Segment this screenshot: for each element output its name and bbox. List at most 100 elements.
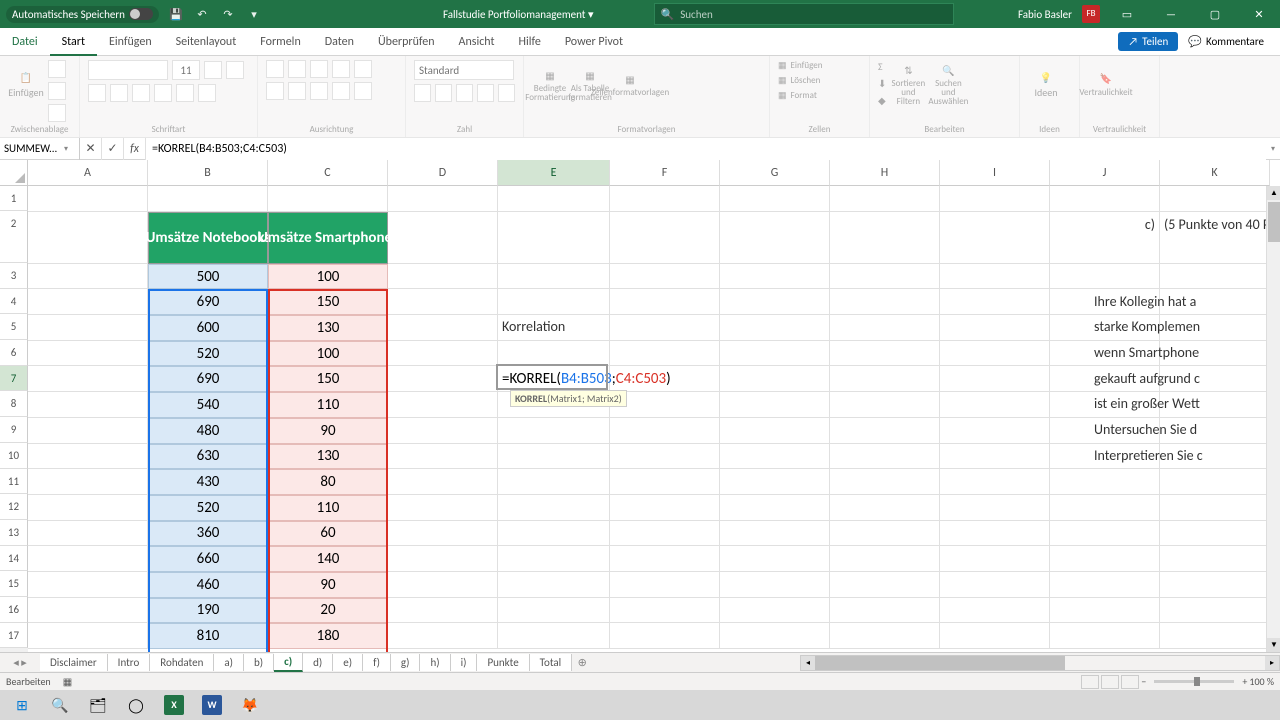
hscrollbar[interactable]: ◂ ▸ <box>800 655 1280 671</box>
active-cell[interactable]: =KORREL(B4:B503;C4:C503) KORREL(Matrix1;… <box>498 366 610 392</box>
tab-home[interactable]: Start <box>50 28 97 56</box>
col-header[interactable]: D <box>388 160 498 186</box>
percent-icon[interactable] <box>435 84 452 102</box>
tab-nav[interactable]: ◂ ▸ <box>0 656 40 669</box>
bold-icon[interactable] <box>88 84 106 102</box>
fx-enter-icon[interactable]: ✓ <box>102 138 124 160</box>
col-header[interactable]: A <box>28 160 148 186</box>
row-header[interactable]: 5 <box>0 314 28 340</box>
tab-data[interactable]: Daten <box>313 28 366 56</box>
underline-icon[interactable] <box>132 84 150 102</box>
select-all-button[interactable] <box>0 160 28 186</box>
font-name-input[interactable] <box>88 60 168 80</box>
tab-formulas[interactable]: Formeln <box>248 28 312 56</box>
number-format-select[interactable] <box>414 60 514 80</box>
orientation-icon[interactable] <box>332 60 350 78</box>
minimize-icon[interactable]: — <box>1154 0 1188 28</box>
scroll-up-icon[interactable]: ▲ <box>1267 186 1280 200</box>
tab-help[interactable]: Hilfe <box>507 28 553 56</box>
col-header[interactable]: B <box>148 160 268 186</box>
zoom-slider[interactable] <box>1154 680 1234 683</box>
scroll-right-icon[interactable]: ▸ <box>1265 656 1279 670</box>
sheet-tab[interactable]: g) <box>391 654 421 671</box>
sort-filter-button[interactable]: ⇅Sortieren und Filtern <box>890 60 926 110</box>
taskbar-search-icon[interactable]: 🔍 <box>42 691 78 719</box>
col-header[interactable]: K <box>1160 160 1270 186</box>
row-header[interactable]: 6 <box>0 340 28 366</box>
align-bot-icon[interactable] <box>310 60 328 78</box>
row-header[interactable]: 10 <box>0 443 28 469</box>
fill-color-icon[interactable] <box>176 84 194 102</box>
row-header[interactable]: 12 <box>0 494 28 520</box>
sheet-tab[interactable]: f) <box>363 654 391 671</box>
add-sheet-button[interactable]: ⊕ <box>572 656 592 669</box>
sheet-tab[interactable]: e) <box>333 654 363 671</box>
share-button[interactable]: ↗ Teilen <box>1118 32 1178 51</box>
autosave-toggle[interactable]: Automatisches Speichern <box>6 6 159 23</box>
taskbar-word-icon[interactable]: W <box>194 691 230 719</box>
row-header[interactable]: 11 <box>0 469 28 495</box>
merge-icon[interactable] <box>354 82 372 100</box>
row-header[interactable]: 14 <box>0 546 28 572</box>
row-header[interactable]: 2 <box>0 211 28 263</box>
border-icon[interactable] <box>154 84 172 102</box>
sheet-tab[interactable]: a) <box>214 654 244 671</box>
page-layout-view-icon[interactable] <box>1101 675 1119 689</box>
row-header[interactable]: 17 <box>0 623 28 649</box>
taskbar-firefox-icon[interactable]: 🦊 <box>232 691 268 719</box>
fx-icon[interactable]: fx <box>124 138 146 160</box>
vscroll-thumb[interactable] <box>1268 202 1280 242</box>
sheet-tab[interactable]: b) <box>244 654 274 671</box>
col-header[interactable]: I <box>940 160 1050 186</box>
row-header[interactable]: 1 <box>0 186 28 211</box>
tab-pagelayout[interactable]: Seitenlayout <box>164 28 249 56</box>
sheet-tab[interactable]: Rohdaten <box>150 654 214 671</box>
align-mid-icon[interactable] <box>288 60 306 78</box>
tab-view[interactable]: Ansicht <box>447 28 507 56</box>
qat-more-icon[interactable]: ▾ <box>245 5 263 23</box>
sheet-tab[interactable]: d) <box>303 654 333 671</box>
row-header[interactable]: 16 <box>0 597 28 623</box>
copy-icon[interactable] <box>48 82 66 100</box>
zoom-in-icon[interactable]: + <box>1242 675 1247 688</box>
windows-start-icon[interactable]: ⊞ <box>4 691 40 719</box>
taskbar-excel-icon[interactable]: X <box>156 691 192 719</box>
redo-icon[interactable]: ↷ <box>219 5 237 23</box>
sheet-tab[interactable]: i) <box>451 654 478 671</box>
delete-cells-button[interactable]: ▦ Löschen <box>778 75 861 86</box>
italic-icon[interactable] <box>110 84 128 102</box>
font-size-input[interactable] <box>172 60 200 80</box>
currency-icon[interactable] <box>414 84 431 102</box>
cond-format-button[interactable]: ▦Bedingte Formatierung <box>532 60 568 110</box>
wrap-icon[interactable] <box>354 60 372 78</box>
insert-cells-button[interactable]: ▦ Einfügen <box>778 60 861 71</box>
normal-view-icon[interactable] <box>1081 675 1099 689</box>
undo-icon[interactable]: ↶ <box>193 5 211 23</box>
maximize-icon[interactable]: ▢ <box>1198 0 1232 28</box>
user-avatar[interactable]: FB <box>1082 5 1100 23</box>
name-box[interactable]: ▾ <box>0 138 80 160</box>
filename[interactable]: Fallstudie Portfoliomanagement ▾ <box>443 8 594 21</box>
comma-icon[interactable] <box>456 84 473 102</box>
row-header[interactable]: 9 <box>0 417 28 443</box>
ideas-button[interactable]: 💡Ideen <box>1028 60 1064 110</box>
tab-insert[interactable]: Einfügen <box>97 28 164 56</box>
paste-button[interactable]: 📋Einfügen <box>8 60 44 110</box>
format-cells-button[interactable]: ▦ Format <box>778 90 861 101</box>
comments-button[interactable]: 💬 Kommentare <box>1180 32 1272 51</box>
align-top-icon[interactable] <box>266 60 284 78</box>
cut-icon[interactable] <box>48 60 66 78</box>
sheet-tab-active[interactable]: c) <box>274 653 303 672</box>
accessibility-icon[interactable]: ▦ <box>63 675 72 688</box>
sheet-tab[interactable]: Disclaimer <box>40 654 108 671</box>
row-header[interactable]: 8 <box>0 391 28 417</box>
row-header[interactable]: 3 <box>0 263 28 289</box>
page-break-view-icon[interactable] <box>1121 675 1139 689</box>
save-icon[interactable]: 💾 <box>167 5 185 23</box>
font-color-icon[interactable] <box>198 84 216 102</box>
scroll-left-icon[interactable]: ◂ <box>801 656 815 670</box>
format-painter-icon[interactable] <box>48 104 66 122</box>
taskbar-app-icon[interactable]: 🗂 <box>80 691 116 719</box>
tab-powerpivot[interactable]: Power Pivot <box>553 28 635 56</box>
col-header[interactable]: J <box>1050 160 1160 186</box>
